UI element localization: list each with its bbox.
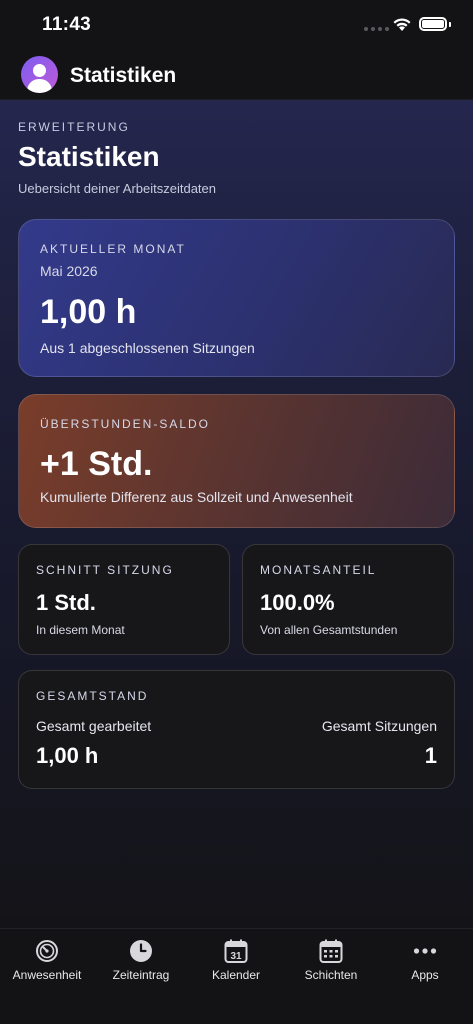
tab-kalender[interactable]: 31 Kalender [189, 929, 283, 999]
status-bar: 11:43 [0, 0, 473, 52]
overtime-balance-label: ÜBERSTUNDEN-SALDO [40, 417, 211, 431]
main-content[interactable]: ERWEITERUNG Statistiken Uebersicht deine… [0, 100, 473, 928]
average-session-label: SCHNITT SITZUNG [36, 563, 174, 577]
calendar-day-number: 31 [230, 951, 242, 962]
current-month-label: AKTUELLER MONAT [40, 242, 186, 256]
month-share-note: Von allen Gesamtstunden [260, 623, 398, 637]
month-share-label: MONATSANTEIL [260, 563, 377, 577]
average-session-note: In diesem Monat [36, 623, 125, 637]
month-share-value: 100.0% [260, 590, 335, 615]
avatar-head [33, 64, 46, 77]
current-month-note: Aus 1 abgeschlossenen Sitzungen [40, 340, 255, 356]
tab-label-zeiteintrag: Zeiteintrag [112, 968, 170, 982]
tab-label-apps: Apps [411, 968, 439, 982]
total-card: GESAMTSTAND Gesamt gearbeitet 1,00 h Ges… [18, 670, 455, 789]
schedule-grid-icon [319, 939, 343, 963]
month-share-card: MONATSANTEIL 100.0% Von allen Gesamtstun… [242, 544, 454, 655]
total-label: GESAMTSTAND [36, 689, 149, 703]
page-subtitle: Uebersicht deiner Arbeitszeitdaten [18, 181, 217, 196]
avatar-body [27, 79, 52, 93]
overtime-balance-note: Kumulierte Differenz aus Sollzeit und An… [40, 489, 353, 505]
battery-tip [449, 22, 451, 27]
tab-label-kalender: Kalender [211, 968, 261, 982]
clock-icon [130, 940, 152, 962]
tab-label-schichten: Schichten [304, 968, 358, 982]
calendar-icon: 31 [224, 939, 248, 963]
overtime-balance-value: +1 Std. [40, 445, 153, 483]
avatar[interactable] [21, 56, 58, 93]
statistics-screen: 11:43 Statistiken ERWEITERUNG Statistike… [0, 0, 473, 1024]
total-worked-value: 1,00 h [36, 743, 99, 768]
average-session-card: SCHNITT SITZUNG 1 Std. In diesem Monat [18, 544, 230, 655]
bottom-tab-bar: Anwesenheit Zeiteintrag 31 Kalender Schi… [0, 928, 473, 1024]
timer-icon [36, 940, 58, 962]
total-sessions-label: Gesamt Sitzungen [321, 718, 437, 734]
status-time: 11:43 [42, 14, 92, 35]
tab-anwesenheit[interactable]: Anwesenheit [0, 929, 94, 999]
cellular-signal-icon [364, 27, 389, 31]
page-eyebrow: ERWEITERUNG [18, 120, 130, 134]
tab-apps[interactable]: Apps [378, 929, 472, 999]
more-dots-icon [413, 948, 437, 954]
battery-icon [419, 17, 447, 31]
current-month-hours: 1,00 h [40, 293, 137, 331]
wifi-icon [393, 18, 411, 31]
tab-schichten[interactable]: Schichten [284, 929, 378, 999]
header-title: Statistiken [70, 64, 177, 87]
total-worked-label: Gesamt gearbeitet [36, 718, 152, 734]
total-sessions-value: 1 [424, 743, 437, 768]
tab-zeiteintrag[interactable]: Zeiteintrag [94, 929, 188, 999]
overtime-balance-card: ÜBERSTUNDEN-SALDO +1 Std. Kumulierte Dif… [18, 394, 455, 528]
page-title: Statistiken [18, 141, 160, 172]
current-month-period: Mai 2026 [40, 263, 98, 279]
app-header: Statistiken [0, 52, 473, 100]
tab-label-anwesenheit: Anwesenheit [12, 968, 82, 982]
current-month-card: AKTUELLER MONAT Mai 2026 1,00 h Aus 1 ab… [18, 219, 455, 377]
average-session-value: 1 Std. [36, 590, 96, 615]
